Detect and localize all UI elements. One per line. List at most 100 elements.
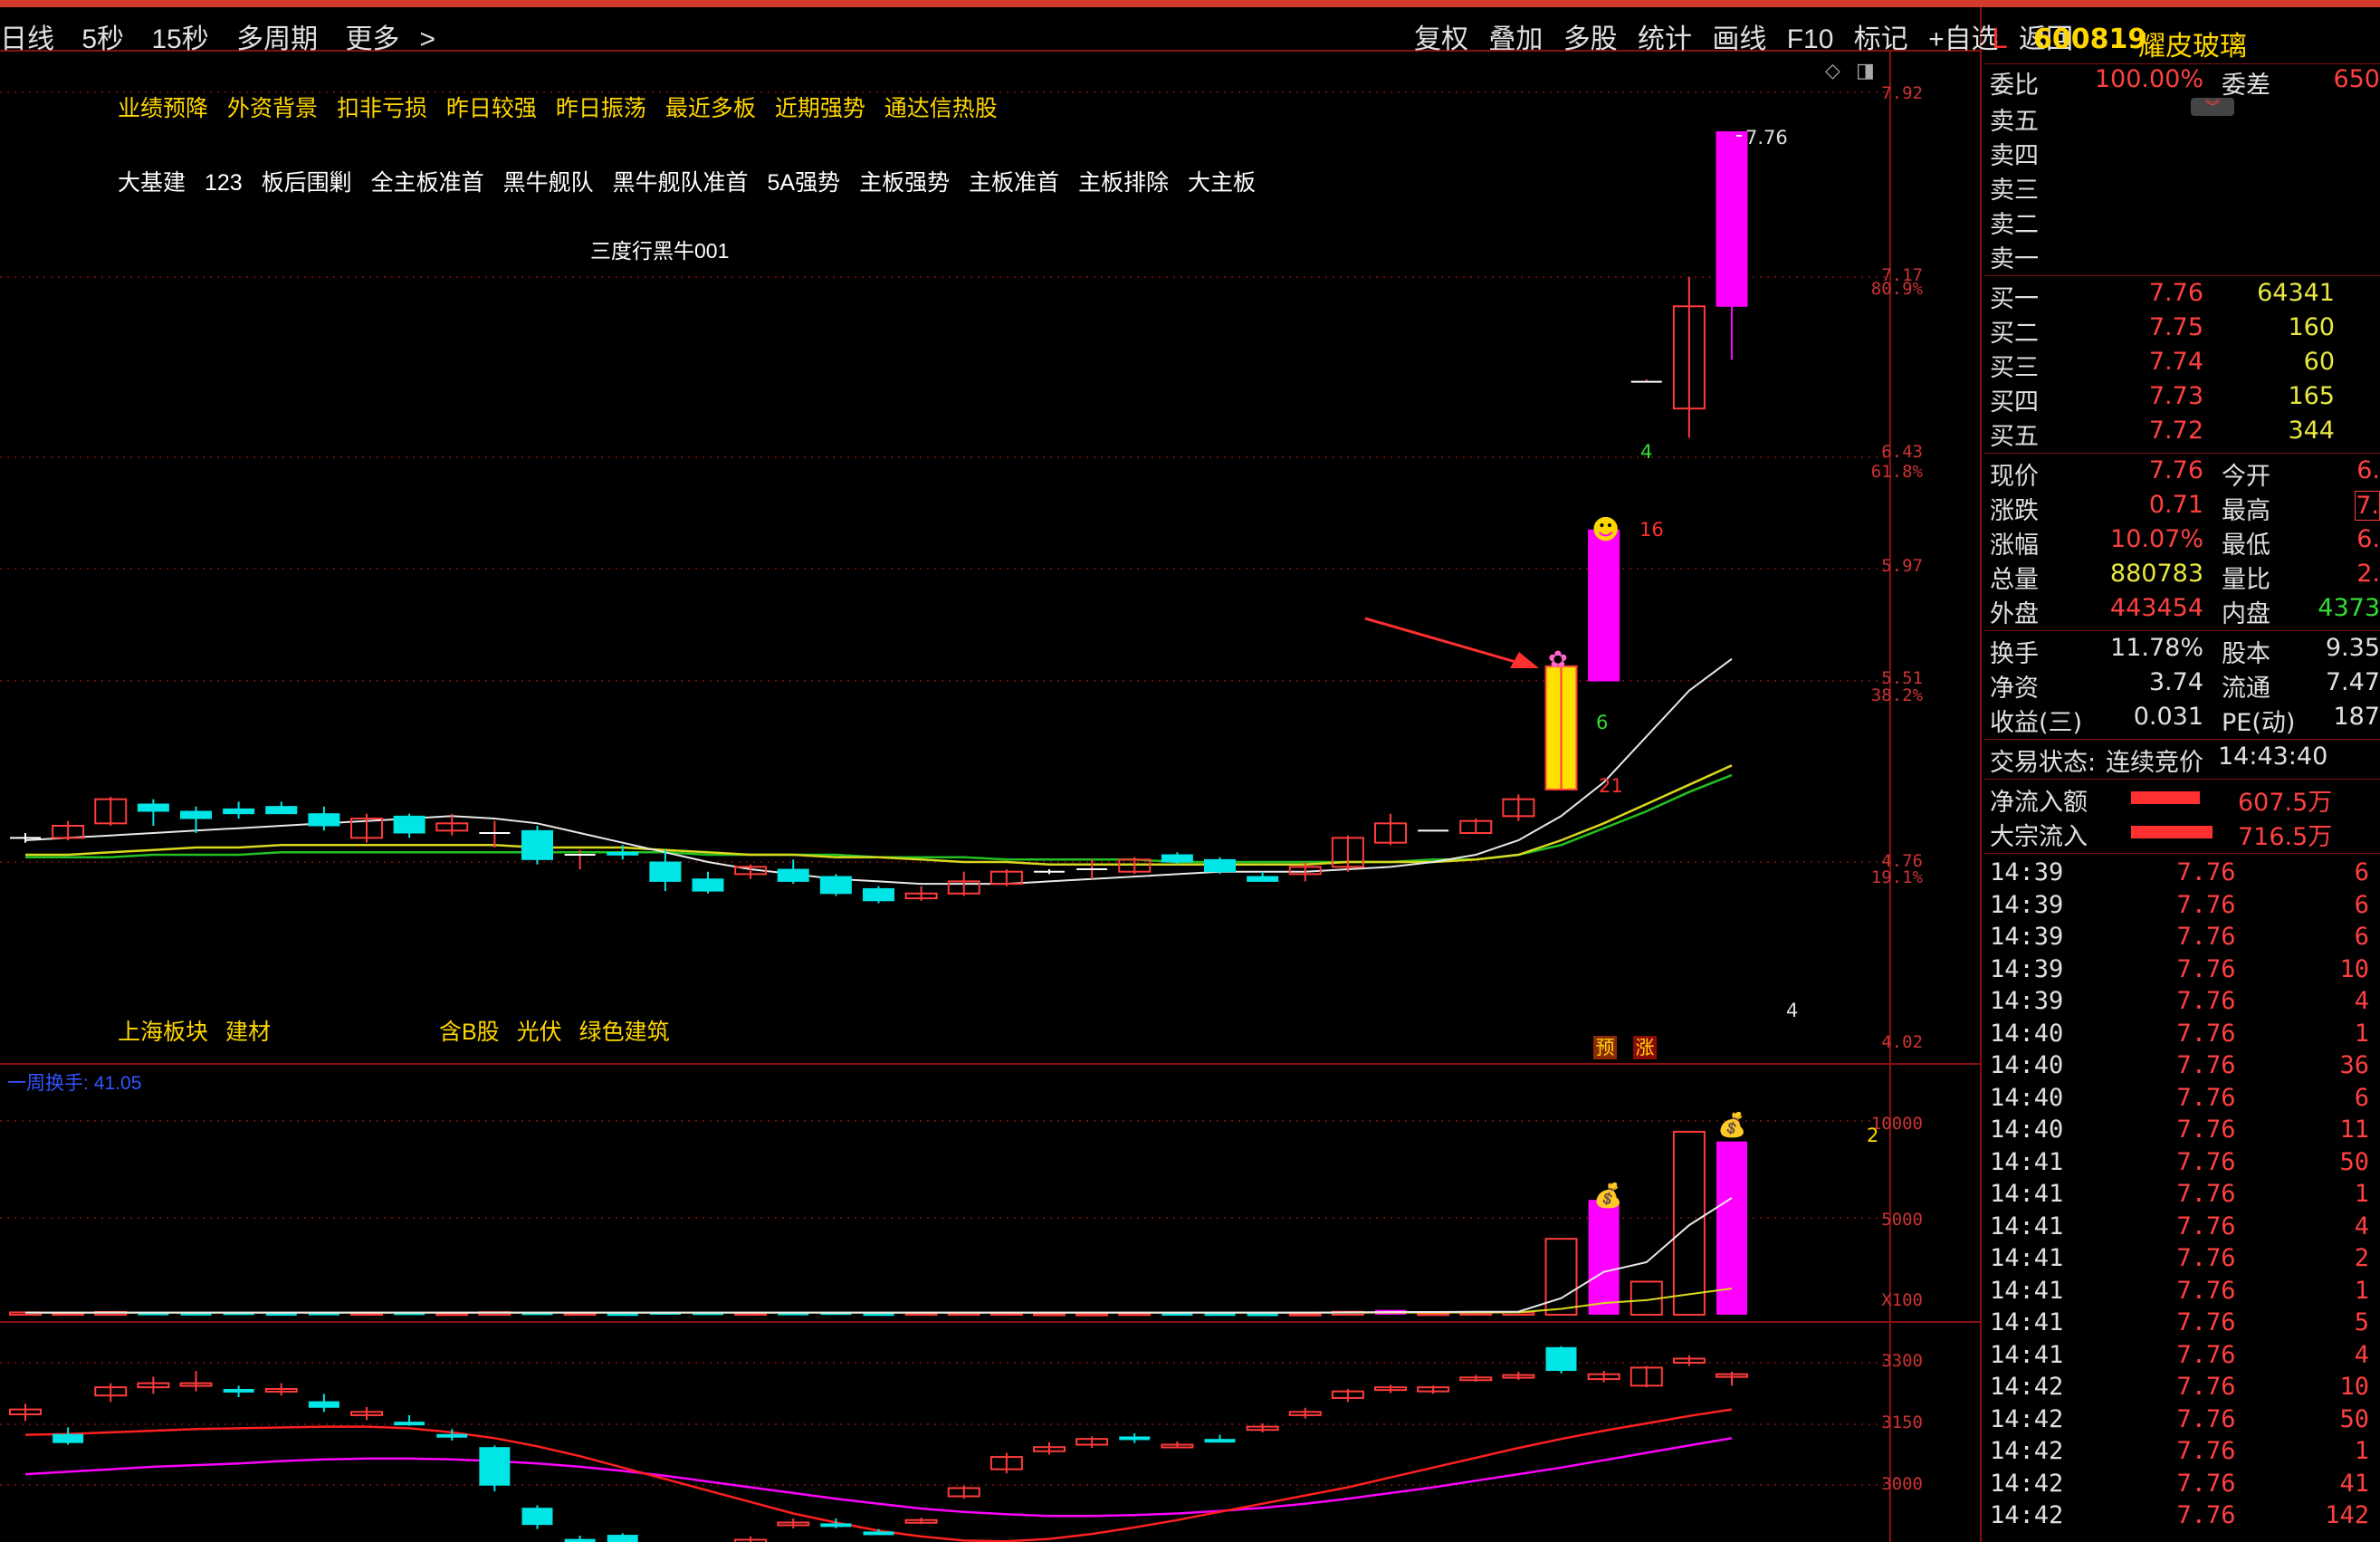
diamond-icon[interactable]: ◇ <box>1825 60 1840 82</box>
smiley-icon: ☻ <box>1591 514 1620 546</box>
volume-title-label: 一周换手: <box>7 1073 89 1094</box>
period-more[interactable]: 更多 <box>345 16 399 56</box>
sell-row: 卖五 <box>1984 101 2380 136</box>
f10-button[interactable]: F10 <box>1787 24 1834 55</box>
index-candle-body <box>863 1531 894 1536</box>
candle-body <box>137 803 169 812</box>
tick-row: 14:42 7.76 50 <box>1984 1405 2380 1438</box>
tag[interactable]: 上海板块 <box>118 1020 208 1045</box>
tick-row: 14:41 7.76 2 <box>1984 1244 2380 1277</box>
stat-value: 6. <box>2356 456 2380 484</box>
volume-bar <box>1588 1200 1620 1315</box>
restore-rights-button[interactable]: 复权 <box>1414 16 1468 56</box>
flow-value: 607.5万 <box>2238 789 2333 817</box>
stats-button[interactable]: 统计 <box>1638 16 1692 56</box>
tick-price: 7.76 <box>2176 987 2236 1015</box>
tick-price: 7.76 <box>2176 1404 2236 1433</box>
period-5s[interactable]: 5秒 <box>81 16 124 56</box>
tick-time: 14:39 <box>1990 858 2064 886</box>
tag[interactable]: 通达信热股 <box>884 96 998 121</box>
tag[interactable]: 5A强势 <box>768 170 841 196</box>
candle-body <box>1588 529 1620 682</box>
tick-price: 7.76 <box>2176 1469 2236 1498</box>
buy-row[interactable]: 买二 7.75 160 <box>1984 313 2380 348</box>
period-15s[interactable]: 15秒 <box>151 16 208 56</box>
concept-tags-yellow: 业绩预降 外资背景 扣非亏损 昨日较强 昨日振荡 最近多板 近期强势 通达信热股 <box>118 91 1010 123</box>
tag[interactable]: 最近多板 <box>665 96 756 121</box>
tick-price: 7.76 <box>2176 923 2236 951</box>
tick-volume: 10 <box>2339 954 2369 983</box>
tick-price: 7.76 <box>2176 1147 2236 1176</box>
tag[interactable]: 近期强势 <box>775 96 865 121</box>
sell-row: 卖二 <box>1984 205 2380 239</box>
tick-time: 14:42 <box>1990 1404 2064 1433</box>
buy-row[interactable]: 买四 7.73 165 <box>1984 382 2380 417</box>
stat-value: 0.71 <box>2148 491 2203 519</box>
tag[interactable]: 业绩预降 <box>118 96 208 121</box>
tag[interactable]: 主板排除 <box>1078 170 1169 196</box>
panel-toggle-icon[interactable]: ◨ <box>1856 60 1875 82</box>
quote-panel: L 600819 耀皮玻璃 委比 100.00% 委差 650 ︾ 卖五 卖四 … <box>1984 18 2380 1542</box>
tag[interactable]: 绿色建筑 <box>579 1020 670 1045</box>
tick-price: 7.76 <box>2176 1083 2236 1112</box>
flow-row: 大宗流入 716.5万 <box>1984 817 2380 851</box>
tick-time: 14:41 <box>1990 1276 2064 1305</box>
tag[interactable]: 外资背景 <box>227 96 318 121</box>
chevron-right-icon[interactable]: > <box>419 24 435 55</box>
volume-ma-white <box>25 1197 1733 1314</box>
tag[interactable]: 123 <box>205 170 243 196</box>
tag[interactable]: 主板强势 <box>859 170 950 196</box>
rise-badge[interactable]: 涨 <box>1633 1036 1657 1059</box>
period-toolbar: 日线 5秒 15秒 多周期 更多 > <box>0 16 455 56</box>
buy-row[interactable]: 买三 7.74 60 <box>1984 348 2380 382</box>
volume-axis-unit: X100 <box>1881 1290 1923 1310</box>
tick-price: 7.76 <box>2176 858 2236 886</box>
tick-row: 14:42 7.76 142 <box>1984 1501 2380 1534</box>
volume-bar <box>1672 1130 1706 1317</box>
weicha-label: 委差 <box>2222 72 2270 100</box>
tag[interactable]: 含B股 <box>439 1020 500 1045</box>
tick-time: 14:39 <box>1990 923 2064 951</box>
tick-volume: 4 <box>2354 1340 2369 1369</box>
tag[interactable]: 昨日较强 <box>446 96 537 121</box>
pct-axis-label: 80.9% <box>1870 279 1923 299</box>
tag[interactable]: 建材 <box>225 1020 271 1045</box>
multi-stock-button[interactable]: 多股 <box>1563 16 1618 56</box>
stat-label: PE(动) <box>2222 709 2296 737</box>
stat-label: 最高 <box>2222 497 2270 525</box>
tag[interactable]: 光伏 <box>517 1020 562 1045</box>
tag[interactable]: 板后围剿 <box>262 170 352 196</box>
tick-volume: 6 <box>2354 858 2369 886</box>
tick-row: 14:42 7.76 10 <box>1984 1373 2380 1405</box>
tag[interactable]: 大主板 <box>1188 170 1256 196</box>
tag[interactable]: 黑牛舰队 <box>503 170 594 196</box>
buy-row[interactable]: 买五 7.72 344 <box>1984 417 2380 451</box>
tag[interactable]: 昨日振荡 <box>556 96 646 121</box>
sell-label: 卖三 <box>1990 177 2039 205</box>
stat-label: 现价 <box>1990 463 2039 491</box>
sell-label: 卖一 <box>1990 245 2039 273</box>
candle-body <box>393 815 425 834</box>
forecast-badge[interactable]: 预 <box>1593 1036 1617 1059</box>
price-axis-label: 7.92 <box>1881 83 1923 103</box>
tag[interactable]: 全主板准首 <box>371 170 484 196</box>
period-multi[interactable]: 多周期 <box>236 16 318 56</box>
buy-row[interactable]: 买一 7.76 64341 <box>1984 279 2380 313</box>
mark-button[interactable]: 标记 <box>1854 16 1908 56</box>
overlay-button[interactable]: 叠加 <box>1488 16 1543 56</box>
tag[interactable]: 黑牛舰队准首 <box>613 170 749 196</box>
period-daily[interactable]: 日线 <box>0 16 54 56</box>
stat-value: 7.76 <box>2148 456 2203 484</box>
stat-label: 量比 <box>2222 566 2270 594</box>
tick-time: 14:41 <box>1990 1244 2064 1272</box>
tick-price: 7.76 <box>2176 1212 2236 1240</box>
draw-line-button[interactable]: 画线 <box>1712 16 1766 56</box>
stat-value: 7. <box>2355 491 2380 521</box>
tag[interactable]: 扣非亏损 <box>337 96 427 121</box>
tag[interactable]: 主板准首 <box>969 170 1059 196</box>
count-label: 21 <box>1599 775 1623 797</box>
candle-body <box>692 878 724 892</box>
candle-body <box>1716 131 1748 307</box>
volume-bar <box>1247 1313 1278 1317</box>
tag[interactable]: 大基建 <box>118 170 186 196</box>
